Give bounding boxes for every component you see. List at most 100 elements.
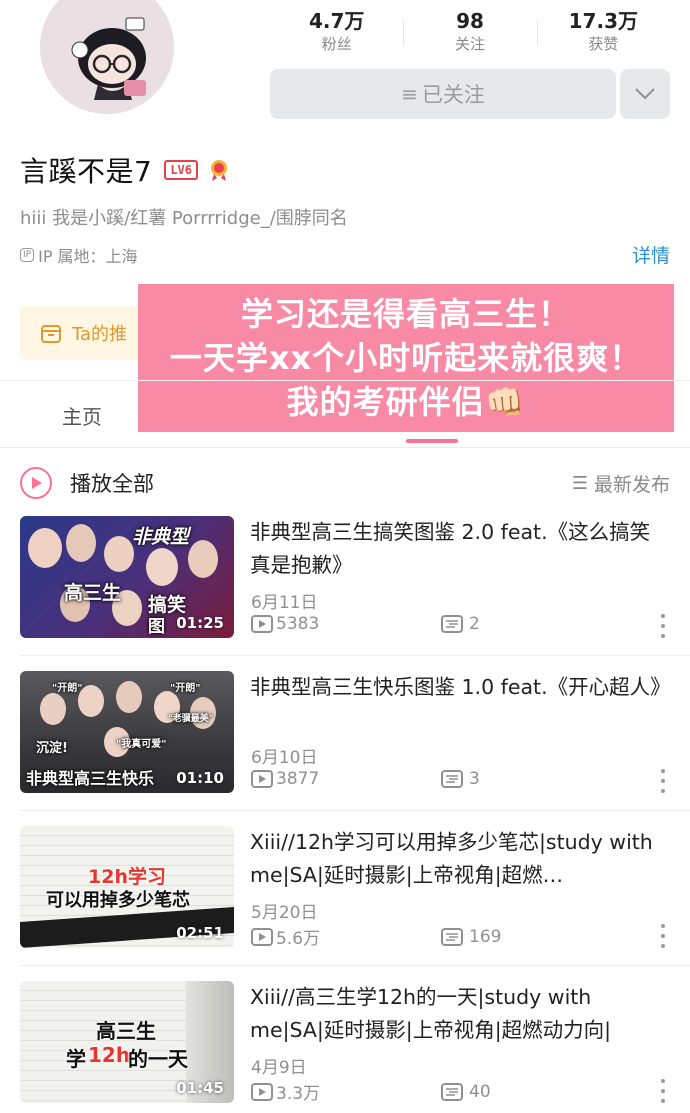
ip-location: IP 属地：上海 bbox=[38, 247, 138, 266]
stat-likes[interactable]: 17.3万 获赞 bbox=[536, 8, 670, 60]
menu-lines-icon: ≡ bbox=[401, 82, 418, 106]
stat-label: 关注 bbox=[454, 35, 485, 53]
thumbnail-caption: "我真可爱" bbox=[116, 739, 167, 750]
thumbnail-caption: 非典型 bbox=[132, 526, 190, 548]
thumbnail-caption: 12h学习 bbox=[88, 866, 166, 888]
thumbnail-caption: 非典型高三生快乐 bbox=[26, 769, 155, 788]
following-button[interactable]: ≡ 已关注 bbox=[270, 69, 616, 119]
active-tab-indicator bbox=[406, 439, 458, 443]
danmaku-icon bbox=[441, 615, 463, 633]
ip-location-row: IP IP 属地：上海 bbox=[20, 243, 138, 267]
detail-link[interactable]: 详情 bbox=[632, 241, 670, 268]
gift-icon bbox=[41, 325, 61, 343]
video-title[interactable]: 非典型高三生快乐图鉴 1.0 feat.《开心超人》 bbox=[250, 671, 670, 704]
play-all-row: 播放全部 ☰ 最新发布 bbox=[20, 465, 670, 501]
stat-label: 获赞 bbox=[588, 35, 619, 53]
sort-button[interactable]: ☰ 最新发布 bbox=[572, 470, 670, 497]
following-button-label: 已关注 bbox=[421, 83, 485, 107]
video-item[interactable]: 非典型高三生快乐 沉淀! "开朗" "我真可爱" "老骥最美" "开朗" 01:… bbox=[20, 671, 690, 795]
stat-following[interactable]: 98 关注 bbox=[403, 8, 536, 60]
more-vertical-icon[interactable] bbox=[656, 614, 670, 638]
stat-value: 98 bbox=[456, 9, 484, 33]
recommend-label: Ta的推 bbox=[72, 324, 128, 345]
thumbnail-caption: "老骥最美" bbox=[168, 714, 214, 724]
thumbnail-caption: 12h bbox=[88, 1043, 131, 1067]
thumbnail-caption: "开朗" bbox=[170, 683, 201, 694]
thumbnail-caption: 高三生 bbox=[96, 1019, 156, 1043]
thumbnail-caption: 的一天 bbox=[128, 1047, 188, 1071]
play-count-icon bbox=[251, 770, 273, 788]
video-thumbnail[interactable]: 12h学习 可以用掉多少笔芯 02:51 bbox=[20, 826, 234, 948]
tab-bar: 主页 bbox=[0, 380, 690, 448]
video-meta: 5383 2 bbox=[251, 614, 480, 634]
video-duration: 02:51 bbox=[176, 924, 224, 942]
video-date: 6月11日 bbox=[251, 593, 318, 613]
username: 言蹊不是7 bbox=[20, 155, 153, 188]
danmaku-count: 40 bbox=[469, 1081, 491, 1102]
stat-fans[interactable]: 4.7万 粉丝 bbox=[270, 8, 403, 60]
video-item[interactable]: 12h学习 可以用掉多少笔芯 02:51 Xiii//12h学习可以用掉多少笔芯… bbox=[20, 826, 690, 950]
sort-label: 最新发布 bbox=[593, 473, 670, 496]
divider bbox=[20, 965, 690, 966]
stat-value: 4.7万 bbox=[308, 9, 365, 33]
level-badge: LV6 bbox=[164, 160, 199, 180]
play-all-icon[interactable] bbox=[20, 467, 52, 499]
thumbnail-caption: "开朗" bbox=[52, 683, 83, 694]
thumbnail-caption: 高三生 bbox=[64, 582, 122, 604]
thumbnail-caption: 图 bbox=[148, 617, 165, 637]
play-count-icon bbox=[251, 927, 273, 946]
video-thumbnail[interactable]: 非典型高三生快乐 沉淀! "开朗" "我真可爱" "老骥最美" "开朗" 01:… bbox=[20, 671, 234, 793]
video-meta: 3.3万 40 bbox=[251, 1079, 491, 1104]
video-duration: 01:10 bbox=[176, 769, 224, 787]
thumbnail-caption: 可以用掉多少笔芯 bbox=[46, 890, 190, 911]
play-all-button[interactable]: 播放全部 bbox=[70, 468, 154, 498]
avatar[interactable] bbox=[40, 0, 174, 114]
video-duration: 01:25 bbox=[176, 614, 224, 632]
video-thumbnail[interactable]: 高三生 学 12h 的一天 01:45 bbox=[20, 981, 234, 1103]
more-vertical-icon[interactable] bbox=[656, 1079, 670, 1103]
caption-line: 学习还是得看高三生！ bbox=[240, 295, 571, 333]
profile-stats: 4.7万 粉丝 98 关注 17.3万 获赞 bbox=[270, 8, 670, 60]
video-thumbnail[interactable]: 非典型 高三生 搞笑 图 01:25 bbox=[20, 516, 234, 638]
danmaku-count: 169 bbox=[469, 926, 502, 947]
more-options-button[interactable] bbox=[620, 69, 670, 119]
play-count: 5383 bbox=[276, 614, 320, 634]
stat-value: 17.3万 bbox=[568, 9, 638, 33]
video-date: 4月9日 bbox=[251, 1058, 307, 1078]
video-item[interactable]: 高三生 学 12h 的一天 01:45 Xiii//高三生学12h的一天|stu… bbox=[20, 981, 690, 1105]
play-count: 5.6万 bbox=[276, 929, 321, 949]
danmaku-icon bbox=[441, 770, 463, 788]
video-meta: 3877 3 bbox=[251, 769, 480, 789]
danmaku-count: 3 bbox=[469, 769, 480, 789]
video-duration: 01:45 bbox=[176, 1079, 224, 1097]
medal-icon[interactable] bbox=[208, 158, 230, 182]
tab-home[interactable]: 主页 bbox=[62, 401, 102, 430]
video-date: 5月20日 bbox=[251, 903, 318, 923]
thumbnail-caption: 学 bbox=[66, 1047, 86, 1071]
divider bbox=[20, 655, 690, 656]
video-meta: 5.6万 169 bbox=[251, 924, 501, 949]
caption-line: 一天学xx个小时听起来就很爽！ bbox=[169, 339, 643, 377]
danmaku-icon bbox=[441, 927, 463, 946]
chevron-down-icon bbox=[635, 88, 655, 100]
ip-icon: IP bbox=[20, 248, 35, 262]
video-title[interactable]: Xiii//高三生学12h的一天|study with me|SA|延时摄影|上… bbox=[250, 981, 670, 1047]
video-title[interactable]: 非典型高三生搞笑图鉴 2.0 feat.《这么搞笑真是抱歉》 bbox=[250, 516, 670, 582]
play-count-icon bbox=[251, 1082, 273, 1101]
video-date: 6月10日 bbox=[251, 748, 318, 768]
bio: hiii 我是小蹊/红薯 Porrrridge_/围脖同名 bbox=[20, 208, 348, 229]
danmaku-count: 2 bbox=[469, 614, 480, 634]
play-count: 3.3万 bbox=[276, 1084, 321, 1104]
more-vertical-icon[interactable] bbox=[656, 924, 670, 948]
sort-lines-icon: ☰ bbox=[571, 472, 588, 494]
more-vertical-icon[interactable] bbox=[656, 769, 670, 793]
video-title[interactable]: Xiii//12h学习可以用掉多少笔芯|study with me|SA|延时摄… bbox=[250, 826, 670, 892]
stat-label: 粉丝 bbox=[321, 35, 352, 53]
danmaku-icon bbox=[441, 1082, 463, 1101]
thumbnail-caption: 沉淀! bbox=[36, 741, 68, 756]
divider bbox=[20, 810, 690, 811]
play-count: 3877 bbox=[276, 769, 320, 789]
video-item[interactable]: 非典型 高三生 搞笑 图 01:25 非典型高三生搞笑图鉴 2.0 feat.《… bbox=[20, 516, 690, 640]
play-count-icon bbox=[251, 615, 273, 633]
name-row: 言蹊不是7 LV6 bbox=[20, 150, 230, 190]
